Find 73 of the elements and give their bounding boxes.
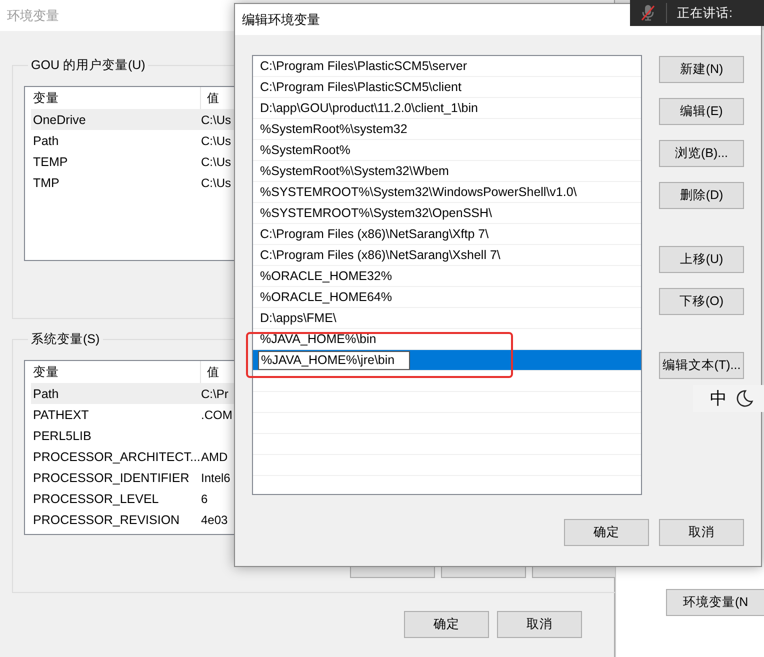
column-header[interactable]: 值 bbox=[201, 361, 219, 383]
group-label: 系统变量(S) bbox=[30, 331, 101, 348]
path-text: C:\Program Files\PlasticSCM5\server bbox=[260, 59, 467, 73]
dialog-button[interactable]: 取消 bbox=[497, 611, 582, 638]
path-text: %SYSTEMROOT%\System32\OpenSSH\ bbox=[260, 206, 492, 220]
path-text: C:\Program Files\PlasticSCM5\client bbox=[260, 80, 462, 94]
variable-name: TMP bbox=[32, 176, 60, 190]
path-entry[interactable]: %SystemRoot%\System32\Wbem bbox=[253, 161, 641, 182]
dialog-button[interactable]: 新建(N) bbox=[659, 56, 744, 83]
edit-field[interactable]: %JAVA_HOME%\jre\bin bbox=[258, 350, 410, 370]
dialog-button[interactable]: 上移(U) bbox=[659, 246, 744, 273]
window-title: 编辑环境变量 bbox=[242, 10, 320, 28]
path-entry[interactable]: C:\Program Files (x86)\NetSarang\Xshell 7\ bbox=[253, 245, 641, 266]
dialog-button[interactable]: 确定 bbox=[404, 611, 489, 638]
speaking-label: 正在讲话: bbox=[677, 4, 732, 22]
path-list[interactable] bbox=[252, 55, 642, 495]
variable-value: C:\Us bbox=[201, 134, 231, 148]
window-title: 环境变量 bbox=[7, 6, 59, 24]
moon-icon[interactable] bbox=[735, 389, 754, 408]
variable-value: Intel6 bbox=[201, 470, 230, 484]
path-entry[interactable]: C:\Program Files\PlasticSCM5\client bbox=[253, 77, 641, 98]
path-text: %SystemRoot%\system32 bbox=[260, 122, 408, 136]
dialog-button[interactable]: 取消 bbox=[659, 519, 744, 546]
path-entry[interactable]: D:\app\GOU\product\11.2.0\client_1\bin bbox=[253, 98, 641, 119]
path-entry[interactable]: %SYSTEMROOT%\System32\WindowsPowerShell\v1.0\ bbox=[253, 182, 641, 203]
variable-name: PATHEXT bbox=[32, 408, 90, 422]
variable-name: PROCESSOR_LEVEL bbox=[32, 492, 160, 506]
path-text: %SystemRoot% bbox=[260, 143, 350, 157]
variable-value: 6 bbox=[201, 492, 208, 506]
variable-value: .COM bbox=[201, 408, 232, 422]
dialog-button[interactable]: 下移(O) bbox=[659, 288, 744, 315]
path-entry[interactable]: %SystemRoot% bbox=[253, 140, 641, 161]
path-entry[interactable]: C:\Program Files\PlasticSCM5\server bbox=[253, 56, 641, 77]
dialog-button[interactable]: 删除(D) bbox=[659, 182, 744, 209]
column-header[interactable]: 值 bbox=[201, 87, 219, 109]
variable-value: 4e03 bbox=[201, 512, 228, 526]
dialog-button[interactable]: 确定 bbox=[564, 519, 649, 546]
variable-name: Path bbox=[32, 134, 60, 148]
path-text: D:\apps\FME\ bbox=[260, 311, 336, 325]
variable-value: C:\Us bbox=[201, 154, 231, 168]
dialog-button[interactable]: 浏览(B)... bbox=[659, 140, 744, 167]
path-text: %ORACLE_HOME64% bbox=[260, 290, 392, 304]
dialog-button[interactable]: 环境变量(N bbox=[666, 589, 764, 616]
microphone-icon[interactable] bbox=[640, 4, 656, 22]
path-entry[interactable]: %JAVA_HOME%\jre\bin bbox=[253, 350, 641, 371]
path-text: D:\app\GOU\product\11.2.0\client_1\bin bbox=[260, 101, 478, 115]
variable-value: C:\Us bbox=[201, 112, 231, 126]
variable-value: AMD bbox=[201, 450, 228, 464]
variable-value: C:\Pr bbox=[201, 386, 228, 400]
path-text: C:\Program Files (x86)\NetSarang\Xshell 7\ bbox=[260, 248, 500, 262]
variable-name: TEMP bbox=[32, 154, 69, 168]
variable-name: PROCESSOR_ARCHITECT... bbox=[32, 450, 201, 464]
path-entry[interactable]: %ORACLE_HOME32% bbox=[253, 266, 641, 287]
variable-value: C:\Us bbox=[201, 176, 231, 190]
path-entry[interactable]: %SYSTEMROOT%\System32\OpenSSH\ bbox=[253, 203, 641, 224]
path-text: %ORACLE_HOME32% bbox=[260, 269, 392, 283]
path-text: %SYSTEMROOT%\System32\WindowsPowerShell\v1.0\ bbox=[260, 185, 577, 199]
group-label: GOU 的用户变量(U) bbox=[30, 57, 146, 74]
path-text: %SystemRoot%\System32\Wbem bbox=[260, 164, 449, 178]
path-entry[interactable]: %ORACLE_HOME64% bbox=[253, 287, 641, 308]
path-entry[interactable]: C:\Program Files (x86)\NetSarang\Xftp 7\ bbox=[253, 224, 641, 245]
input-mode[interactable]: 中 bbox=[710, 387, 727, 410]
variable-name: PROCESSOR_REVISION bbox=[32, 512, 181, 526]
dialog-button[interactable]: 编辑文本(T)... bbox=[659, 352, 744, 379]
variable-name: PERL5LIB bbox=[32, 428, 92, 442]
variable-name: OneDrive bbox=[32, 112, 87, 126]
path-text: %JAVA_HOME%\bin bbox=[260, 332, 376, 346]
dialog-button[interactable]: 编辑(E) bbox=[659, 98, 744, 125]
path-text: C:\Program Files (x86)\NetSarang\Xftp 7\ bbox=[260, 227, 489, 241]
path-entry[interactable]: D:\apps\FME\ bbox=[253, 308, 641, 329]
variable-name: PROCESSOR_IDENTIFIER bbox=[32, 470, 190, 484]
variable-name: Path bbox=[32, 386, 60, 400]
path-entry[interactable]: %SystemRoot%\system32 bbox=[253, 119, 641, 140]
